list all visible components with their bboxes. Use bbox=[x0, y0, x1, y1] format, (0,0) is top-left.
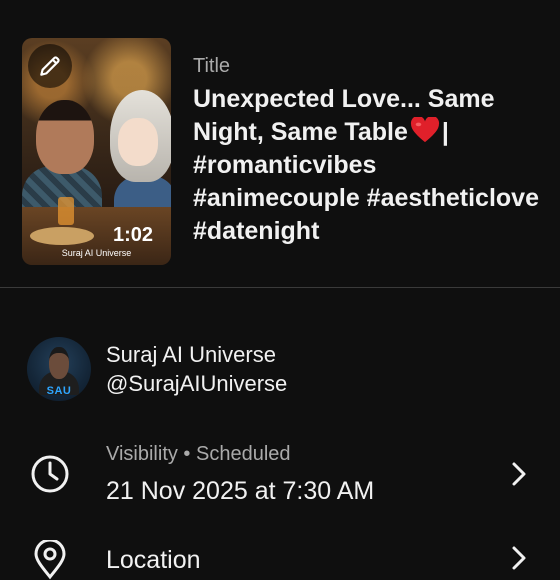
channel-name: Suraj AI Universe bbox=[106, 342, 276, 367]
thumbnail-art bbox=[36, 100, 94, 174]
location-label: Location bbox=[106, 546, 201, 574]
location-pin-icon bbox=[34, 540, 66, 580]
thumbnail-art bbox=[30, 227, 94, 245]
pencil-icon bbox=[40, 56, 60, 76]
channel-avatar: SAU bbox=[27, 337, 91, 401]
divider bbox=[0, 287, 560, 288]
visibility-label: Visibility • Scheduled bbox=[106, 443, 291, 465]
edit-thumbnail-button[interactable] bbox=[28, 44, 72, 88]
visibility-value: 21 Nov 2025 at 7:30 AM bbox=[106, 477, 375, 505]
avatar-art bbox=[49, 347, 69, 379]
heart-emoji bbox=[410, 117, 439, 143]
thumbnail-watermark: Suraj AI Universe bbox=[61, 248, 132, 258]
clock-icon bbox=[31, 455, 69, 493]
chevron-right-icon bbox=[512, 546, 526, 570]
avatar-text: SAU bbox=[46, 385, 72, 397]
title-label: Title bbox=[193, 55, 231, 77]
video-thumbnail[interactable]: 1:02 Suraj AI Universe bbox=[22, 38, 171, 265]
title-text-part1: Unexpected Love... Same Night, Same Tabl… bbox=[193, 85, 495, 146]
video-title[interactable]: Unexpected Love... Same Night, Same Tabl… bbox=[193, 83, 548, 248]
chevron-right-icon bbox=[512, 462, 526, 486]
thumbnail-art bbox=[118, 118, 158, 166]
channel-handle: @SurajAIUniverse bbox=[106, 371, 288, 396]
thumbnail-art bbox=[58, 197, 74, 225]
video-duration: 1:02 bbox=[112, 224, 153, 246]
